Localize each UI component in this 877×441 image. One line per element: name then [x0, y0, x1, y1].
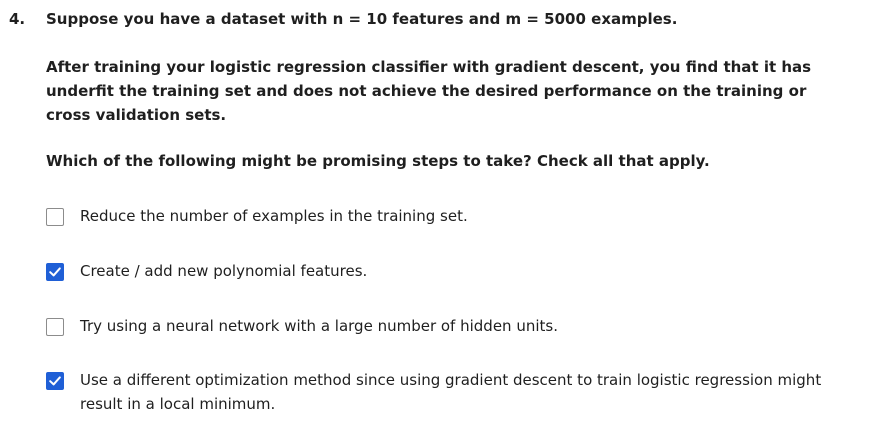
checkbox-checked[interactable]	[46, 372, 64, 390]
answer-option-neural-network[interactable]: Try using a neural network with a large …	[46, 316, 846, 338]
question-paragraph: After training your logistic regression …	[46, 58, 812, 124]
answer-option-polynomial-features[interactable]: Create / add new polynomial features.	[46, 261, 846, 283]
answer-option-label: Try using a neural network with a large …	[80, 317, 558, 335]
checkbox-checked[interactable]	[46, 263, 64, 281]
answer-option-label: Use a different optimization method sinc…	[80, 371, 822, 413]
question-number: 4.	[9, 10, 26, 28]
checkbox-unchecked[interactable]	[46, 208, 64, 226]
checkbox-unchecked[interactable]	[46, 318, 64, 336]
question-title: Suppose you have a dataset with n = 10 f…	[46, 10, 678, 28]
answer-option-label: Create / add new polynomial features.	[80, 262, 368, 280]
checkmark-icon	[49, 267, 61, 277]
answer-option-reduce-examples[interactable]: Reduce the number of examples in the tra…	[46, 206, 846, 228]
answer-option-different-optimizer[interactable]: Use a different optimization method sinc…	[46, 370, 846, 416]
answer-option-label: Reduce the number of examples in the tra…	[80, 207, 468, 225]
question-prompt: Which of the following might be promisin…	[46, 152, 710, 170]
checkmark-icon	[49, 376, 61, 386]
quiz-question: 4. Suppose you have a dataset with n = 1…	[0, 0, 877, 441]
